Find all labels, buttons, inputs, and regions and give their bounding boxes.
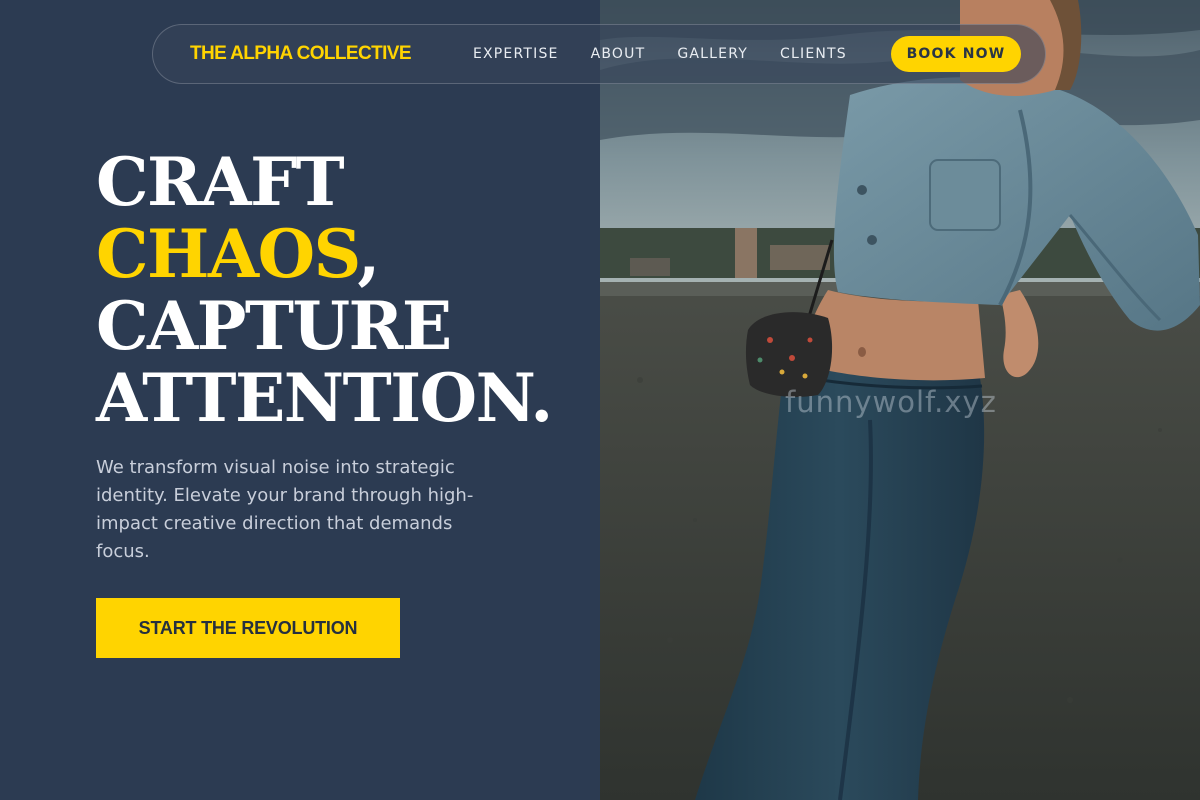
start-revolution-button[interactable]: START THE REVOLUTION	[96, 598, 400, 658]
hero-image: funnywolf.xyz	[600, 0, 1200, 800]
top-navigation: THE ALPHA COLLECTIVE EXPERTISE ABOUT GAL…	[152, 24, 1046, 84]
hero-description: We transform visual noise into strategic…	[96, 457, 474, 562]
headline-line-3: CAPTURE	[96, 287, 452, 365]
brand-logo[interactable]: THE ALPHA COLLECTIVE	[190, 43, 412, 65]
nav-links: EXPERTISE ABOUT GALLERY CLIENTS	[473, 46, 847, 62]
hero-headline: CRAFT CHAOS, CAPTURE ATTENTION.	[96, 143, 553, 437]
nav-link-about[interactable]: ABOUT	[591, 46, 646, 62]
headline-line-4: ATTENTION.	[96, 359, 553, 437]
headline-line-2: CHAOS,	[96, 218, 552, 290]
nav-link-expertise[interactable]: EXPERTISE	[473, 46, 559, 62]
headline-comma: ,	[357, 215, 380, 293]
nav-link-clients[interactable]: CLIENTS	[780, 46, 847, 62]
headline-accent-word: CHAOS	[96, 215, 359, 293]
watermark-text: funnywolf.xyz	[785, 385, 997, 419]
book-now-button[interactable]: BOOK NOW	[891, 36, 1021, 72]
headline-line-1: CRAFT	[96, 143, 345, 221]
nav-link-gallery[interactable]: GALLERY	[677, 46, 748, 62]
